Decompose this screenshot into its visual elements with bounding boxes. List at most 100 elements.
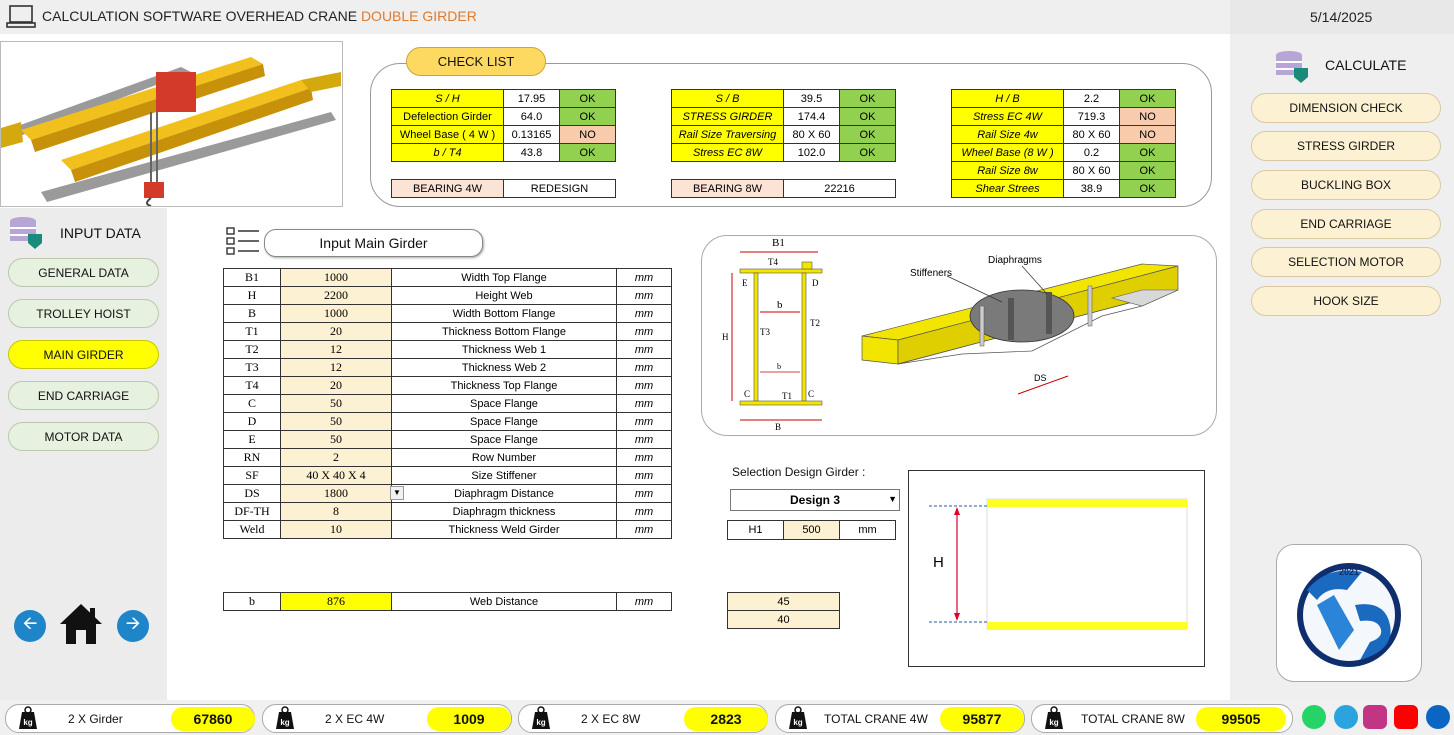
value-cell[interactable]: 12 bbox=[280, 358, 392, 377]
kg-weight-icon: kg bbox=[1045, 706, 1063, 729]
end-carriage-label: END CARRIAGE bbox=[37, 388, 130, 403]
h1-label: H1 bbox=[727, 520, 784, 540]
stiffeners-label: Stiffeners bbox=[910, 268, 952, 279]
unit-cell: mm bbox=[616, 412, 672, 431]
kg-label: kg bbox=[1049, 718, 1058, 727]
table-row: Defelection Girder 64.0 OK bbox=[391, 107, 616, 126]
h1-value[interactable]: 500 bbox=[783, 520, 840, 540]
table-row: Stress EC 8W 102.0 OK bbox=[671, 143, 896, 162]
trolley-hoist-button[interactable]: TROLLEY HOIST bbox=[8, 299, 159, 328]
table-row: Weld 10 Thickness Weld Girder mm bbox=[223, 520, 672, 539]
value-cell[interactable]: 40 X 40 X 4 bbox=[280, 466, 392, 485]
stress-girder-label: STRESS GIRDER bbox=[1296, 139, 1395, 153]
param-cell: T3 bbox=[223, 358, 281, 377]
main-girder-button[interactable]: MAIN GIRDER bbox=[8, 340, 159, 369]
kg-label: kg bbox=[23, 718, 32, 727]
bearing-8w-row: BEARING 8W 22216 bbox=[671, 179, 896, 198]
chevron-down-icon[interactable]: ▼ bbox=[390, 486, 404, 500]
end-carriage-calc-button[interactable]: END CARRIAGE bbox=[1251, 209, 1441, 239]
check-value: 43.8 bbox=[503, 143, 560, 162]
dim-b-inner-label: b bbox=[777, 362, 781, 371]
main-girder-label: MAIN GIRDER bbox=[43, 347, 124, 362]
bearing-8w-value: 22216 bbox=[783, 179, 896, 198]
extra-value-1[interactable]: 45 bbox=[727, 592, 840, 611]
unit-cell: mm bbox=[616, 322, 672, 341]
value-cell[interactable]: 10 bbox=[280, 520, 392, 539]
dim-b-bottom-label: B bbox=[775, 422, 781, 432]
weight-label: 2 X EC 8W bbox=[581, 712, 641, 726]
value-cell[interactable]: 2200 bbox=[280, 286, 392, 305]
desc-cell: Space Flange bbox=[391, 394, 617, 413]
web-distance-row: b 876 Web Distance mm bbox=[223, 592, 672, 611]
instagram-icon[interactable] bbox=[1363, 705, 1387, 729]
table-row: E 50 Space Flange mm bbox=[223, 430, 672, 449]
kg-weight-icon: kg bbox=[532, 706, 550, 729]
check-value: 64.0 bbox=[503, 107, 560, 126]
h1-unit: mm bbox=[839, 520, 896, 540]
diaphragms-label: Diaphragms bbox=[988, 255, 1042, 266]
value-cell[interactable]: 50 bbox=[280, 394, 392, 413]
crane-photo bbox=[0, 41, 343, 207]
stress-girder-button[interactable]: STRESS GIRDER bbox=[1251, 131, 1441, 161]
desc-cell: Thickness Top Flange bbox=[391, 376, 617, 395]
value-cell[interactable]: 8 bbox=[280, 502, 392, 521]
param-cell: H bbox=[223, 286, 281, 305]
table-row: Wheel Base (8 W ) 0.2 OK bbox=[951, 143, 1176, 162]
selection-motor-button[interactable]: SELECTION MOTOR bbox=[1251, 247, 1441, 277]
dimension-check-button[interactable]: DIMENSION CHECK bbox=[1251, 93, 1441, 123]
dim-t4-label: T4 bbox=[768, 257, 778, 267]
desc-cell: Diaphragm Distance bbox=[391, 484, 617, 503]
status-badge: OK bbox=[839, 89, 896, 108]
value-cell[interactable]: 12 bbox=[280, 340, 392, 359]
design-select[interactable]: Design 3 ▼ bbox=[730, 489, 900, 511]
value-cell[interactable]: 50 bbox=[280, 430, 392, 449]
desc-cell: Thickness Web 2 bbox=[391, 358, 617, 377]
general-data-label: GENERAL DATA bbox=[38, 265, 129, 280]
param-cell: D bbox=[223, 412, 281, 431]
desc-cell: Thickness Bottom Flange bbox=[391, 322, 617, 341]
youtube-icon[interactable] bbox=[1394, 705, 1418, 729]
value-cell[interactable]: 1800 ▼ bbox=[280, 484, 404, 503]
param-cell: DF-TH bbox=[223, 502, 281, 521]
buckling-box-button[interactable]: BUCKLING BOX bbox=[1251, 170, 1441, 200]
unit-cell: mm bbox=[616, 358, 672, 377]
check-label: S / B bbox=[671, 89, 784, 108]
check-label: STRESS GIRDER bbox=[671, 107, 784, 126]
back-button[interactable]: 🡨 bbox=[14, 610, 46, 642]
weight-value: 2823 bbox=[684, 707, 768, 731]
whatsapp-icon[interactable] bbox=[1302, 705, 1326, 729]
param-cell: T2 bbox=[223, 340, 281, 359]
value-cell[interactable]: 1000 bbox=[280, 304, 392, 323]
hook-size-button[interactable]: HOOK SIZE bbox=[1251, 286, 1441, 316]
forward-button[interactable]: 🡪 bbox=[117, 610, 149, 642]
value-cell[interactable]: 20 bbox=[280, 376, 392, 395]
brand-logo: 2021 bbox=[1276, 544, 1422, 682]
home-icon[interactable] bbox=[58, 602, 104, 646]
general-data-button[interactable]: GENERAL DATA bbox=[8, 258, 159, 287]
value-cell[interactable]: 20 bbox=[280, 322, 392, 341]
telegram-icon[interactable] bbox=[1334, 705, 1358, 729]
check-value: 719.3 bbox=[1063, 107, 1120, 126]
ds-label: DS bbox=[1034, 373, 1047, 383]
status-badge: OK bbox=[1119, 179, 1176, 198]
check-value: 80 X 60 bbox=[783, 125, 840, 144]
extra-value-2[interactable]: 40 bbox=[727, 610, 840, 629]
desc-cell: Width Bottom Flange bbox=[391, 304, 617, 323]
table-row: T4 20 Thickness Top Flange mm bbox=[223, 376, 672, 395]
value-cell[interactable]: 50 bbox=[280, 412, 392, 431]
unit-cell: mm bbox=[616, 340, 672, 359]
height-diagram: H bbox=[908, 470, 1205, 667]
status-badge: OK bbox=[1119, 143, 1176, 162]
check-label: Stress EC 8W bbox=[671, 143, 784, 162]
desc-cell: Space Flange bbox=[391, 430, 617, 449]
dim-h-label: H bbox=[722, 332, 729, 342]
linkedin-icon[interactable] bbox=[1426, 705, 1450, 729]
end-carriage-button[interactable]: END CARRIAGE bbox=[8, 381, 159, 410]
check-value: 2.2 bbox=[1063, 89, 1120, 108]
value-cell[interactable]: 1000 bbox=[280, 268, 392, 287]
param-cell: C bbox=[223, 394, 281, 413]
desc-cell: Diaphragm thickness bbox=[391, 502, 617, 521]
value-cell[interactable]: 2 bbox=[280, 448, 392, 467]
motor-data-button[interactable]: MOTOR DATA bbox=[8, 422, 159, 451]
table-row: H 2200 Height Web mm bbox=[223, 286, 672, 305]
